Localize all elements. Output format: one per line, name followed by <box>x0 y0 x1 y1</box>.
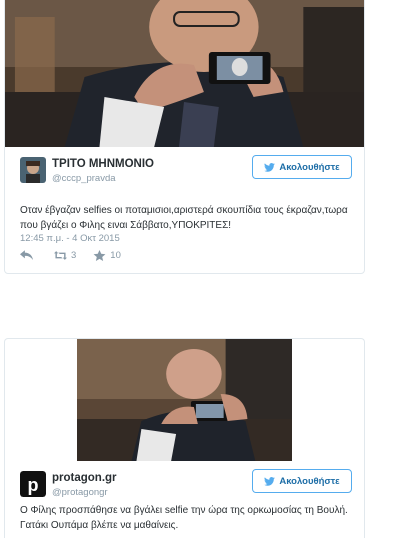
user-handle[interactable]: @cccp_pravda <box>52 173 116 184</box>
avatar-letter: p <box>28 475 39 495</box>
tweet-text: Οταν έβγαζαν selfies οι ποταμισιοι,αριστ… <box>20 205 348 231</box>
user-handle[interactable]: @protagongr <box>52 487 108 498</box>
twitter-bird-icon <box>264 162 276 172</box>
star-icon <box>93 250 106 261</box>
follow-label: Ακολουθήστε <box>279 161 340 173</box>
tweet-photo[interactable] <box>77 339 292 461</box>
tweet-actions: 3 10 <box>20 250 138 261</box>
tweet-text: Ο Φίλης προσπάθησε να βγάλει selfie την … <box>20 505 348 531</box>
like-count: 10 <box>110 250 121 261</box>
twitter-bird-icon <box>264 476 276 486</box>
like-button[interactable]: 10 <box>93 250 121 261</box>
retweet-icon <box>54 251 67 260</box>
avatar[interactable] <box>20 157 46 183</box>
follow-button[interactable]: Ακολουθήστε <box>252 155 352 179</box>
retweet-count: 3 <box>71 250 77 261</box>
reply-icon <box>20 250 33 260</box>
selfie-photo-image <box>5 0 364 147</box>
tweet-photo[interactable] <box>5 0 364 147</box>
display-name[interactable]: ΤΡΙΤΟ ΜΗΝΜΟΝΙΟ <box>52 158 154 170</box>
display-name[interactable]: protagon.gr <box>52 472 117 484</box>
retweet-button[interactable]: 3 <box>54 250 76 261</box>
tweet-timestamp[interactable]: 12:45 π.μ. - 4 Οκτ 2015 <box>20 233 120 244</box>
selfie-photo-image <box>77 339 292 461</box>
follow-button[interactable]: Ακολουθήστε <box>252 469 352 493</box>
embedded-tweet-card: ΤΡΙΤΟ ΜΗΝΜΟΝΙΟ @cccp_pravda Ακολουθήστε … <box>4 0 365 274</box>
reply-button[interactable] <box>20 250 37 261</box>
follow-label: Ακολουθήστε <box>279 475 340 487</box>
embedded-tweet-card: p protagon.gr @protagongr Ακολουθήστε Ο … <box>4 338 365 538</box>
avatar[interactable]: p <box>20 471 46 497</box>
